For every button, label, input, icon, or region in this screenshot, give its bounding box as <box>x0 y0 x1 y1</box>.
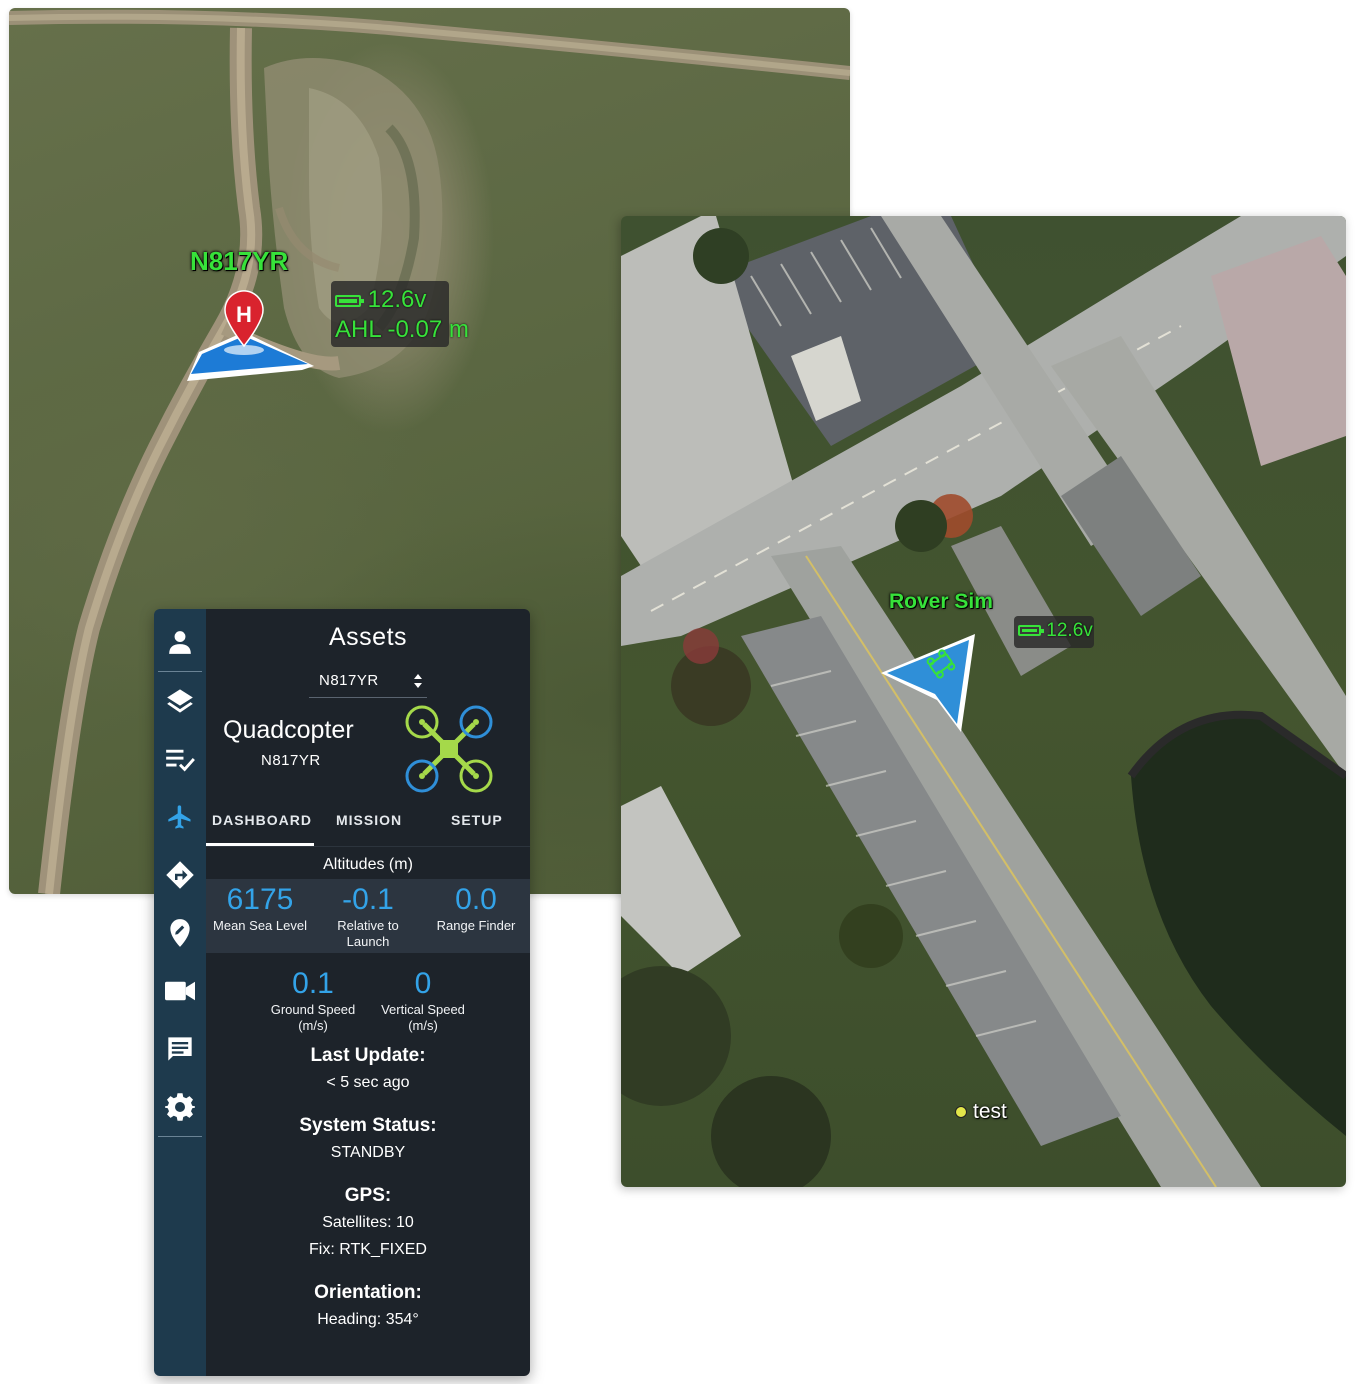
last-update-heading: Last Update: <box>310 1045 426 1066</box>
metric-vertical-speed: 0 Vertical Speed (m/s) <box>375 963 471 1035</box>
system-status-value: STANDBY <box>330 1144 406 1161</box>
battery-icon <box>335 294 364 307</box>
metric-label: Mean Sea Level <box>213 918 307 933</box>
altitude-readout: AHL -0.07 m <box>335 316 469 343</box>
metric-label: Launch <box>346 934 390 949</box>
metric-value: 0 <box>414 967 432 1000</box>
waypoint-marker[interactable]: test <box>955 1100 1007 1124</box>
metric-value: 6175 <box>226 883 294 916</box>
active-tab-indicator <box>206 843 314 846</box>
vehicle-telemetry-box: 12.6v AHL -0.07 m <box>331 281 469 347</box>
sidebar-item-chat[interactable] <box>154 1020 206 1078</box>
gps-satellites: Satellites: 10 <box>322 1214 414 1231</box>
assets-content: Assets N817YR Quadcopter N817YR DASHBOAR… <box>206 609 530 1376</box>
chat-icon <box>168 1037 192 1061</box>
orientation-heading: Orientation: <box>314 1282 422 1303</box>
person-icon <box>169 631 191 654</box>
gear-icon <box>165 1093 195 1121</box>
sidebar-item-places[interactable] <box>154 904 206 962</box>
sidebar-item-assets[interactable] <box>154 788 206 846</box>
metric-label: (m/s) <box>408 1018 438 1033</box>
vehicle-summary: Quadcopter N817YR <box>206 698 530 802</box>
altitudes-heading: Altitudes (m) <box>323 856 413 873</box>
tab-dashboard[interactable]: DASHBOARD <box>212 812 312 828</box>
panel-title: Assets <box>328 623 408 651</box>
vehicle-callsign-label: N817YR <box>190 246 289 276</box>
last-update-block: Last Update: < 5 sec ago <box>206 1043 530 1096</box>
gps-block: GPS: Satellites: 10 Fix: RTK_FIXED <box>206 1183 530 1263</box>
system-status-block: System Status: STANDBY <box>206 1113 530 1166</box>
secondary-satellite-map[interactable]: Rover Sim 12.6v test <box>621 216 1346 1187</box>
panel-tabs: DASHBOARD MISSION SETUP <box>206 802 530 847</box>
rover-vehicle-icon[interactable] <box>879 628 979 736</box>
metric-relative-to-launch: -0.1 Relative to Launch <box>314 879 422 953</box>
metric-label: (m/s) <box>298 1018 328 1033</box>
sidebar-item-routes[interactable] <box>154 846 206 904</box>
sidebar-item-video[interactable] <box>154 962 206 1020</box>
tab-mission[interactable]: MISSION <box>336 812 402 828</box>
metric-value: 0.0 <box>455 883 497 916</box>
playlist-check-icon <box>166 749 195 772</box>
sidebar-rail <box>154 609 206 1376</box>
battery-icon <box>1018 625 1044 637</box>
urban-terrain-imagery <box>621 216 1346 1187</box>
quadcopter-icon <box>405 705 493 793</box>
metric-range-finder: 0.0 Range Finder <box>422 879 530 953</box>
system-status-heading: System Status: <box>299 1115 437 1136</box>
airplane-icon <box>168 805 191 829</box>
directions-icon <box>166 861 194 889</box>
svg-text:H: H <box>236 302 252 327</box>
video-camera-icon <box>165 981 195 1001</box>
sort-arrows-icon <box>414 673 422 688</box>
orientation-block: Orientation: Heading: 354° <box>206 1280 530 1333</box>
speeds-row: 0.1 Ground Speed (m/s) 0 Vertical Speed … <box>206 963 530 1035</box>
metric-mean-sea-level: 6175 Mean Sea Level <box>206 879 314 953</box>
altitudes-band: 6175 Mean Sea Level -0.1 Relative to Lau… <box>206 879 530 953</box>
vehicle-type: Quadcopter <box>223 716 354 744</box>
sidebar-item-settings[interactable] <box>154 1078 206 1136</box>
battery-voltage: 12.6v <box>367 286 427 313</box>
sidebar-divider <box>158 1136 202 1137</box>
metric-label: Ground Speed <box>270 1002 356 1017</box>
orientation-value: Heading: 354° <box>317 1311 419 1328</box>
metric-label: Vertical Speed <box>381 1002 465 1017</box>
vehicle-selector[interactable]: N817YR <box>309 670 427 698</box>
waypoint-label: test <box>973 1100 1007 1123</box>
sidebar-item-account[interactable] <box>154 613 206 671</box>
battery-voltage: 12.6v <box>1046 620 1093 641</box>
gps-heading: GPS: <box>344 1185 392 1206</box>
assets-panel: Assets N817YR Quadcopter N817YR DASHBOAR… <box>154 609 530 1376</box>
tab-setup[interactable]: SETUP <box>451 812 503 828</box>
metric-ground-speed: 0.1 Ground Speed (m/s) <box>265 963 361 1035</box>
rover-telemetry-box: 12.6v <box>1014 616 1094 648</box>
metric-label: Relative to <box>337 918 399 933</box>
sidebar-item-layers[interactable] <box>154 672 206 730</box>
layers-icon <box>167 689 193 713</box>
last-update-value: < 5 sec ago <box>326 1074 410 1091</box>
home-marker-icon[interactable]: H <box>220 288 268 348</box>
waypoint-dot-icon <box>955 1106 967 1118</box>
gps-fix: Fix: RTK_FIXED <box>309 1241 427 1258</box>
sidebar-item-missions[interactable] <box>154 730 206 788</box>
vehicle-id: N817YR <box>261 752 321 769</box>
vehicle-selector-value: N817YR <box>319 672 379 689</box>
metric-value: 0.1 <box>292 967 334 1000</box>
location-icon <box>170 919 190 947</box>
metric-value: -0.1 <box>342 883 394 916</box>
metric-label: Range Finder <box>436 918 516 933</box>
rover-callsign-label: Rover Sim <box>889 590 993 613</box>
